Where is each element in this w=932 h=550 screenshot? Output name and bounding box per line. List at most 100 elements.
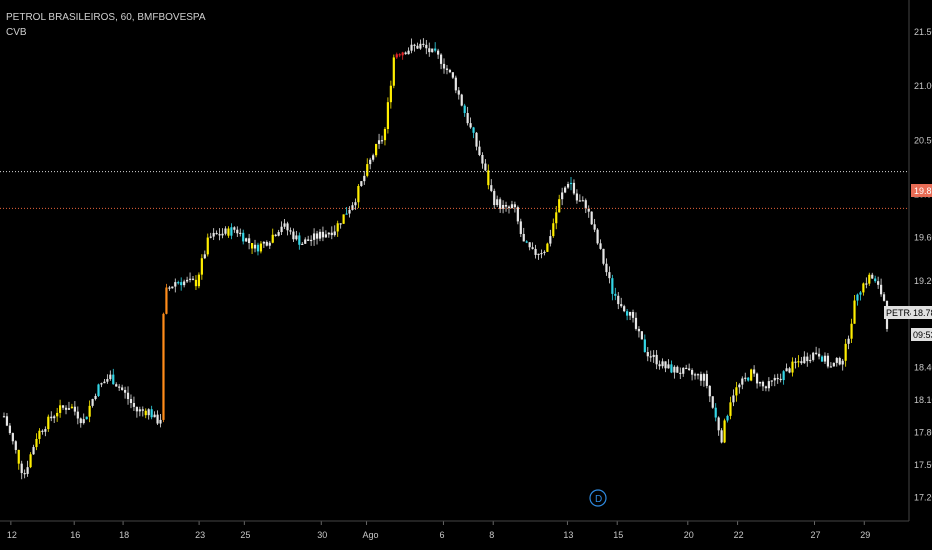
candle-body: [702, 374, 706, 381]
candle-body: [339, 223, 342, 225]
candle-body: [162, 313, 165, 420]
candle-body: [596, 229, 599, 244]
candle-body: [253, 244, 257, 249]
x-tick-label: 20: [684, 530, 694, 540]
candle-body: [531, 247, 534, 249]
candle-body: [859, 292, 862, 295]
x-tick-label: 30: [317, 530, 327, 540]
candle-body: [637, 328, 641, 332]
candle-body: [528, 242, 531, 248]
candle-body: [457, 90, 460, 95]
candle-body: [661, 361, 664, 367]
candle-body: [705, 374, 708, 386]
y-tick-label: 19.60: [914, 233, 932, 243]
candle-body: [682, 367, 685, 374]
x-tick-label: 12: [7, 530, 17, 540]
candle-body: [797, 361, 800, 363]
candle-body: [256, 244, 260, 252]
candle-body: [330, 232, 333, 236]
candle-body: [504, 205, 508, 207]
x-tick-label: 27: [811, 530, 821, 540]
candle-body: [569, 182, 573, 185]
candle-body: [478, 146, 481, 155]
candle-body: [118, 386, 121, 388]
candle-body: [767, 381, 770, 389]
candle-body: [720, 430, 723, 443]
candle-body: [847, 338, 850, 344]
candle-body: [286, 223, 289, 231]
candle-body: [631, 311, 635, 318]
candle-body: [753, 369, 756, 374]
countdown-text: 09:53: [913, 330, 932, 340]
candle-body: [791, 361, 794, 373]
candle-body: [82, 419, 85, 424]
candle-body: [70, 406, 74, 409]
dividend-event-marker[interactable]: D: [589, 489, 607, 507]
candle-body: [558, 199, 561, 213]
candle-body: [871, 274, 874, 279]
candle-body: [611, 278, 614, 294]
candle-body: [56, 412, 59, 417]
candle-body: [714, 407, 717, 418]
candle-body: [150, 409, 153, 418]
candle-body: [183, 281, 186, 286]
candle-body: [850, 323, 853, 339]
candle-body: [614, 293, 617, 296]
candle-body: [327, 232, 330, 235]
candle-body: [345, 213, 348, 215]
candle-body: [97, 384, 100, 396]
symbol-text: PETR4: [886, 308, 915, 318]
candle-body: [156, 414, 159, 424]
candle-body: [794, 361, 797, 363]
candle-body: [670, 364, 673, 373]
price-lines: [0, 171, 909, 209]
candle-body: [809, 359, 812, 362]
candle-body: [17, 449, 20, 464]
candle-body: [770, 380, 773, 382]
candle-body: [112, 374, 115, 385]
candle-body: [685, 367, 688, 370]
candle-body: [168, 287, 171, 289]
candle-body: [507, 206, 511, 209]
candle-body: [788, 368, 791, 373]
candle-body: [493, 190, 496, 206]
candle-body: [103, 381, 106, 384]
candle-body: [773, 377, 776, 381]
candle-body: [298, 235, 301, 245]
candle-body: [26, 467, 29, 474]
candle-body: [233, 227, 236, 230]
candle-body: [800, 361, 803, 364]
candle-body: [688, 368, 691, 370]
candles: [2, 38, 889, 480]
candle-body: [363, 175, 366, 182]
candle-body: [336, 223, 339, 232]
candle-body: [874, 278, 877, 282]
candle-body: [410, 44, 413, 51]
candle-body: [357, 186, 360, 203]
candle-body: [73, 406, 76, 412]
candle-body: [383, 129, 387, 141]
candle-body: [141, 409, 144, 411]
candle-body: [209, 236, 212, 238]
candle-body: [572, 182, 576, 194]
candle-body: [221, 233, 224, 236]
candle-body: [826, 355, 830, 367]
y-tick-label: 17.20: [914, 492, 932, 502]
candle-body: [602, 248, 605, 264]
candle-body: [581, 200, 584, 202]
candle-body: [776, 377, 779, 380]
candle-body: [499, 199, 502, 209]
candle-body: [829, 366, 832, 368]
candle-body: [747, 377, 750, 381]
price-chart[interactable]: 17.2017.5017.8018.1018.4019.2019.6020.00…: [0, 0, 932, 550]
candle-body: [242, 232, 245, 242]
candle-body: [699, 374, 703, 381]
candle-body: [315, 233, 319, 239]
candle-body: [744, 377, 747, 379]
candle-body: [44, 429, 47, 432]
candle-body: [862, 283, 865, 293]
candle-body: [522, 233, 525, 242]
candle-body: [575, 193, 579, 201]
candle-body: [566, 184, 570, 188]
candle-body: [20, 463, 23, 474]
